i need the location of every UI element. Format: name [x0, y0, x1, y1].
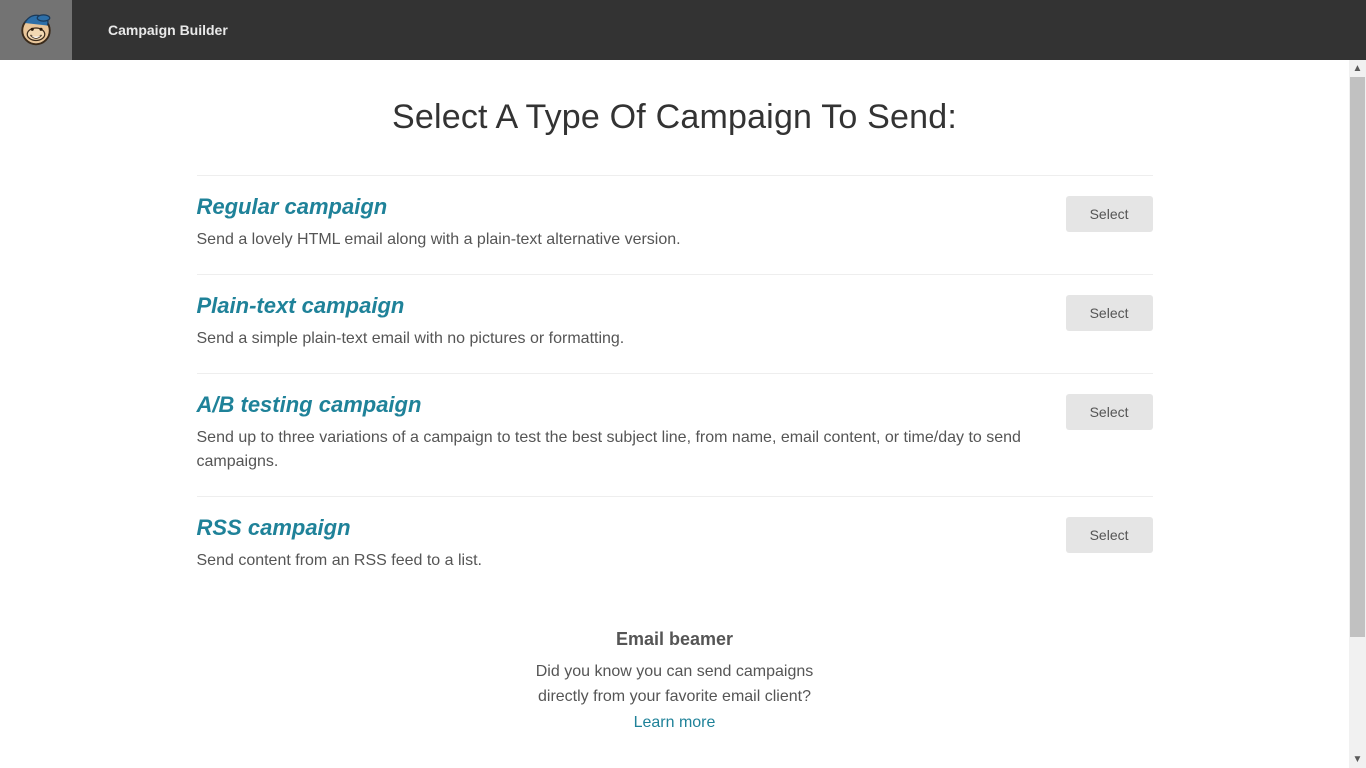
logo[interactable]: [0, 0, 72, 60]
main-content: Select A Type Of Campaign To Send: Regul…: [195, 98, 1155, 732]
beamer-title: Email beamer: [197, 629, 1153, 650]
campaign-type-rss: RSS campaign Send content from an RSS fe…: [197, 496, 1153, 595]
scroll-up-arrow-icon[interactable]: ▲: [1349, 60, 1366, 77]
top-bar: Campaign Builder: [0, 0, 1366, 60]
campaign-title-regular[interactable]: Regular campaign: [197, 194, 1026, 220]
select-button-plaintext[interactable]: Select: [1066, 295, 1153, 331]
select-button-rss[interactable]: Select: [1066, 517, 1153, 553]
mailchimp-logo-icon: [16, 8, 56, 53]
campaign-desc: Send content from an RSS feed to a list.: [197, 549, 1026, 573]
breadcrumb: Campaign Builder: [108, 22, 228, 38]
content-viewport: Select A Type Of Campaign To Send: Regul…: [0, 60, 1349, 768]
beamer-learn-more-link[interactable]: Learn more: [634, 714, 716, 732]
campaign-desc: Send a lovely HTML email along with a pl…: [197, 228, 1026, 252]
campaign-title-abtest[interactable]: A/B testing campaign: [197, 392, 1026, 418]
beamer-line-2: directly from your favorite email client…: [538, 688, 811, 705]
campaign-title-rss[interactable]: RSS campaign: [197, 515, 1026, 541]
scrollbar-thumb[interactable]: [1350, 77, 1365, 637]
scroll-down-arrow-icon[interactable]: ▼: [1349, 751, 1366, 768]
beamer-text: Did you know you can send campaigns dire…: [197, 660, 1153, 710]
beamer-line-1: Did you know you can send campaigns: [536, 663, 814, 680]
campaign-desc: Send a simple plain-text email with no p…: [197, 327, 1026, 351]
select-button-abtest[interactable]: Select: [1066, 394, 1153, 430]
campaign-title-plaintext[interactable]: Plain-text campaign: [197, 293, 1026, 319]
campaign-type-abtest: A/B testing campaign Send up to three va…: [197, 373, 1153, 496]
vertical-scrollbar[interactable]: ▲ ▼: [1349, 60, 1366, 768]
campaign-desc: Send up to three variations of a campaig…: [197, 426, 1026, 474]
email-beamer-section: Email beamer Did you know you can send c…: [197, 629, 1153, 732]
campaign-type-plaintext: Plain-text campaign Send a simple plain-…: [197, 274, 1153, 373]
campaign-type-regular: Regular campaign Send a lovely HTML emai…: [197, 175, 1153, 274]
page-title: Select A Type Of Campaign To Send:: [197, 98, 1153, 137]
select-button-regular[interactable]: Select: [1066, 196, 1153, 232]
